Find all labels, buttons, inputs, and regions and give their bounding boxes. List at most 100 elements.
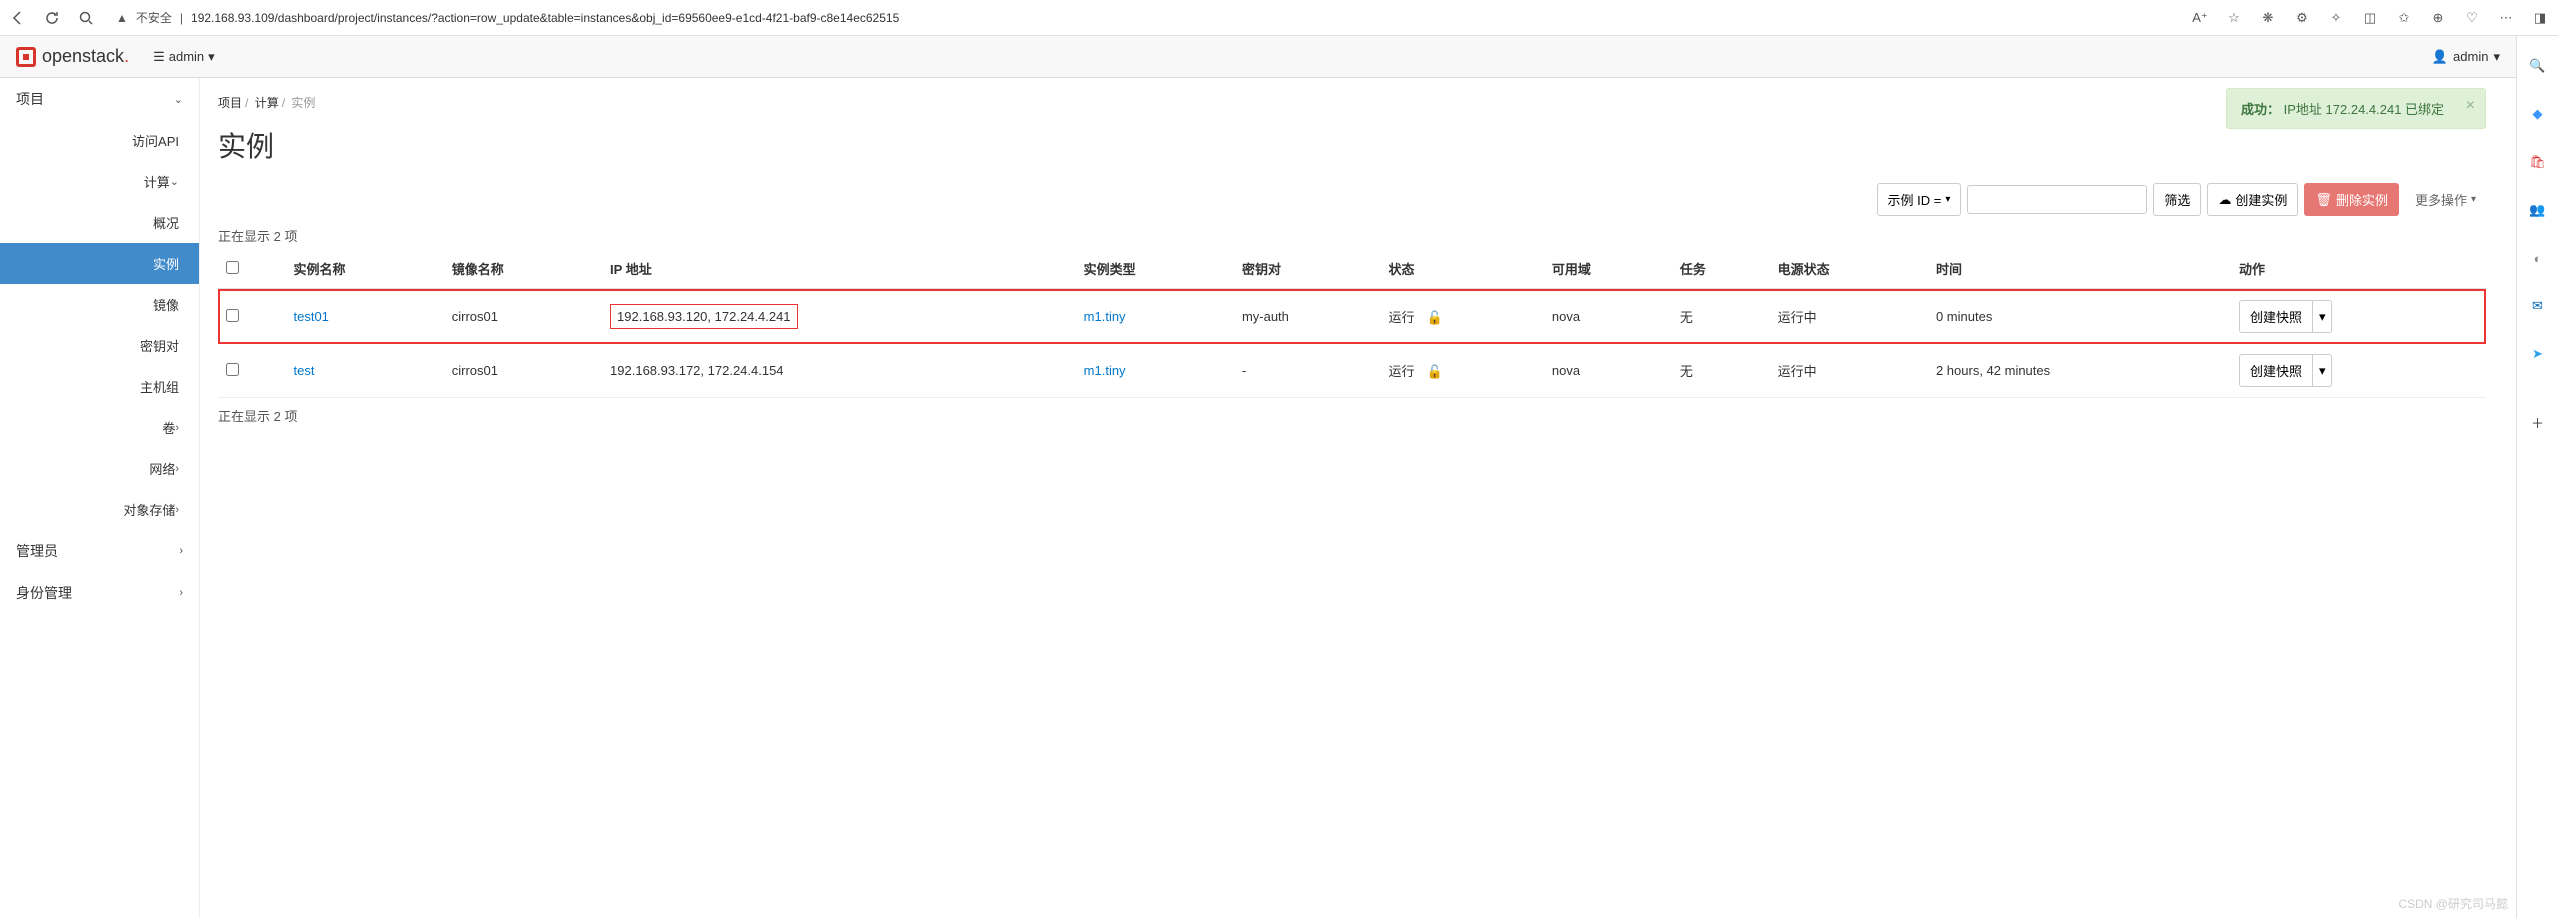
user-menu[interactable]: 👤 admin ▾ <box>2432 49 2500 65</box>
sidebar-item-keypairs[interactable]: 密钥对 <box>0 325 199 366</box>
sidebar-item-volumes[interactable]: 卷› <box>0 407 199 448</box>
trash-icon: 🗑 <box>2315 192 2332 208</box>
chevron-right-icon: › <box>175 463 179 475</box>
read-aloud-icon[interactable]: A⁺ <box>2192 10 2208 26</box>
alert-prefix: 成功： <box>2241 102 2280 117</box>
instance-name-link[interactable]: test <box>293 363 314 378</box>
row-actions-dropdown[interactable]: ▾ <box>2313 354 2333 387</box>
extensions-icon[interactable]: ✧ <box>2328 10 2344 26</box>
row-checkbox[interactable] <box>226 309 239 322</box>
edge-shopping-icon[interactable]: 🛍 <box>2528 152 2548 172</box>
snapshot-button[interactable]: 创建快照 <box>2239 354 2313 387</box>
favorites-icon[interactable]: ✩ <box>2396 10 2412 26</box>
search-icon[interactable] <box>78 10 94 26</box>
sidebar-item-network[interactable]: 网络› <box>0 448 199 489</box>
sidebar-item-images[interactable]: 镜像 <box>0 284 199 325</box>
sidebar-item-servergroups[interactable]: 主机组 <box>0 366 199 407</box>
cell-az: nova <box>1544 289 1672 344</box>
col-flavor[interactable]: 实例类型 <box>1076 249 1234 289</box>
insecure-label: 不安全 <box>136 9 172 26</box>
showing-count-top: 正在显示 2 项 <box>218 226 2486 245</box>
row-actions-dropdown[interactable]: ▾ <box>2313 300 2333 333</box>
col-name[interactable]: 实例名称 <box>285 249 443 289</box>
cell-task: 无 <box>1672 289 1770 344</box>
filter-input[interactable] <box>1967 185 2147 214</box>
col-check <box>218 249 285 289</box>
flavor-link[interactable]: m1.tiny <box>1084 309 1126 324</box>
more-icon[interactable]: ⋯ <box>2498 10 2514 26</box>
close-icon[interactable]: × <box>2466 97 2475 115</box>
snapshot-button[interactable]: 创建快照 <box>2239 300 2313 333</box>
refresh-icon[interactable] <box>44 10 60 26</box>
ext-color-icon[interactable]: ❋ <box>2260 10 2276 26</box>
performance-icon[interactable]: ♡ <box>2464 10 2480 26</box>
edge-add-icon[interactable]: ＋ <box>2528 412 2548 432</box>
cell-power: 运行中 <box>1770 289 1928 344</box>
chevron-right-icon: › <box>175 422 179 434</box>
col-az[interactable]: 可用域 <box>1544 249 1672 289</box>
sidebar-item-project[interactable]: 项目⌄ <box>0 78 199 120</box>
chevron-down-icon: ⌄ <box>170 175 179 188</box>
col-power[interactable]: 电源状态 <box>1770 249 1928 289</box>
col-status[interactable]: 状态 <box>1380 249 1543 289</box>
col-keypair[interactable]: 密钥对 <box>1234 249 1381 289</box>
split-icon[interactable]: ◫ <box>2362 10 2378 26</box>
browser-edge-bar: 🔍 ◆ 🛍 👥 ◐ ✉ ➤ ＋ <box>2516 36 2558 918</box>
logo[interactable]: openstack. <box>16 46 129 67</box>
alert-message: IP地址 172.24.4.241 已绑定 <box>2284 102 2444 117</box>
favorite-icon[interactable]: ☆ <box>2226 10 2242 26</box>
cell-keypair: my-auth <box>1234 289 1381 344</box>
sidebar-item-instances[interactable]: 实例 <box>0 243 199 284</box>
sidebar-item-admin[interactable]: 管理员› <box>0 530 199 572</box>
url-bar[interactable]: ▲ 不安全 | 192.168.93.109/dashboard/project… <box>106 9 2180 26</box>
flavor-link[interactable]: m1.tiny <box>1084 363 1126 378</box>
cell-power: 运行中 <box>1770 344 1928 398</box>
sidebar-toggle-icon[interactable]: ◨ <box>2532 10 2548 26</box>
crumb-project[interactable]: 项目 <box>218 96 242 110</box>
filter-button[interactable]: 筛选 <box>2153 183 2201 216</box>
main-panel: 成功： IP地址 172.24.4.241 已绑定 × 项目/ 计算/ 实例 实… <box>200 78 2516 918</box>
instance-name-link[interactable]: test01 <box>293 309 328 324</box>
edge-chat-icon[interactable]: ◆ <box>2528 104 2548 124</box>
col-age[interactable]: 时间 <box>1928 249 2231 289</box>
crumb-current: 实例 <box>291 96 315 110</box>
filter-field-select[interactable]: 示例 ID = <box>1877 183 1962 216</box>
project-icon: ☰ <box>153 49 165 65</box>
browser-right-icons: A⁺ ☆ ❋ ⚙ ✧ ◫ ✩ ⊕ ♡ ⋯ ◨ <box>2192 10 2548 26</box>
edge-send-icon[interactable]: ➤ <box>2528 344 2548 364</box>
table-toolbar: 示例 ID = 筛选 ☁创建实例 🗑删除实例 更多操作 <box>218 183 2486 216</box>
sidebar-item-compute[interactable]: 计算⌄ <box>0 161 199 202</box>
row-checkbox[interactable] <box>226 363 239 376</box>
cloud-up-icon: ☁ <box>2218 192 2231 208</box>
col-task[interactable]: 任务 <box>1672 249 1770 289</box>
col-image[interactable]: 镜像名称 <box>444 249 602 289</box>
url-separator: | <box>180 11 183 25</box>
sidebar-item-apiaccess[interactable]: 访问API <box>0 120 199 161</box>
sidebar-item-objectstore[interactable]: 对象存储› <box>0 489 199 530</box>
crumb-compute[interactable]: 计算 <box>255 96 279 110</box>
logo-icon <box>16 47 36 67</box>
user-icon: 👤 <box>2432 49 2448 65</box>
cell-status: 运行🔓 <box>1380 289 1543 344</box>
edge-tools-icon[interactable]: ◐ <box>2528 248 2548 268</box>
edge-outlook-icon[interactable]: ✉ <box>2528 296 2548 316</box>
project-selector[interactable]: ☰ admin ▾ <box>153 49 215 65</box>
browser-toolbar: ▲ 不安全 | 192.168.93.109/dashboard/project… <box>0 0 2558 36</box>
edge-search-icon[interactable]: 🔍 <box>2528 56 2548 76</box>
cell-age: 0 minutes <box>1928 289 2231 344</box>
launch-instance-button[interactable]: ☁创建实例 <box>2207 183 2298 216</box>
collections-icon[interactable]: ⊕ <box>2430 10 2446 26</box>
chevron-right-icon: › <box>179 545 183 557</box>
edge-people-icon[interactable]: 👥 <box>2528 200 2548 220</box>
select-all-checkbox[interactable] <box>226 261 239 274</box>
col-ip[interactable]: IP 地址 <box>602 249 1076 289</box>
sidebar-item-overview[interactable]: 概况 <box>0 202 199 243</box>
project-label: admin <box>169 49 204 64</box>
sidebar: 项目⌄ 访问API 计算⌄ 概况 实例 镜像 密钥对 主机组 卷› 网络› 对象… <box>0 78 200 918</box>
delete-instances-button[interactable]: 🗑删除实例 <box>2304 183 2399 216</box>
table-row: testcirros01192.168.93.172, 172.24.4.154… <box>218 344 2486 398</box>
sidebar-item-identity[interactable]: 身份管理› <box>0 572 199 614</box>
ext-gear-icon[interactable]: ⚙ <box>2294 10 2310 26</box>
back-icon[interactable] <box>10 10 26 26</box>
more-actions-button[interactable]: 更多操作 <box>2405 184 2486 215</box>
